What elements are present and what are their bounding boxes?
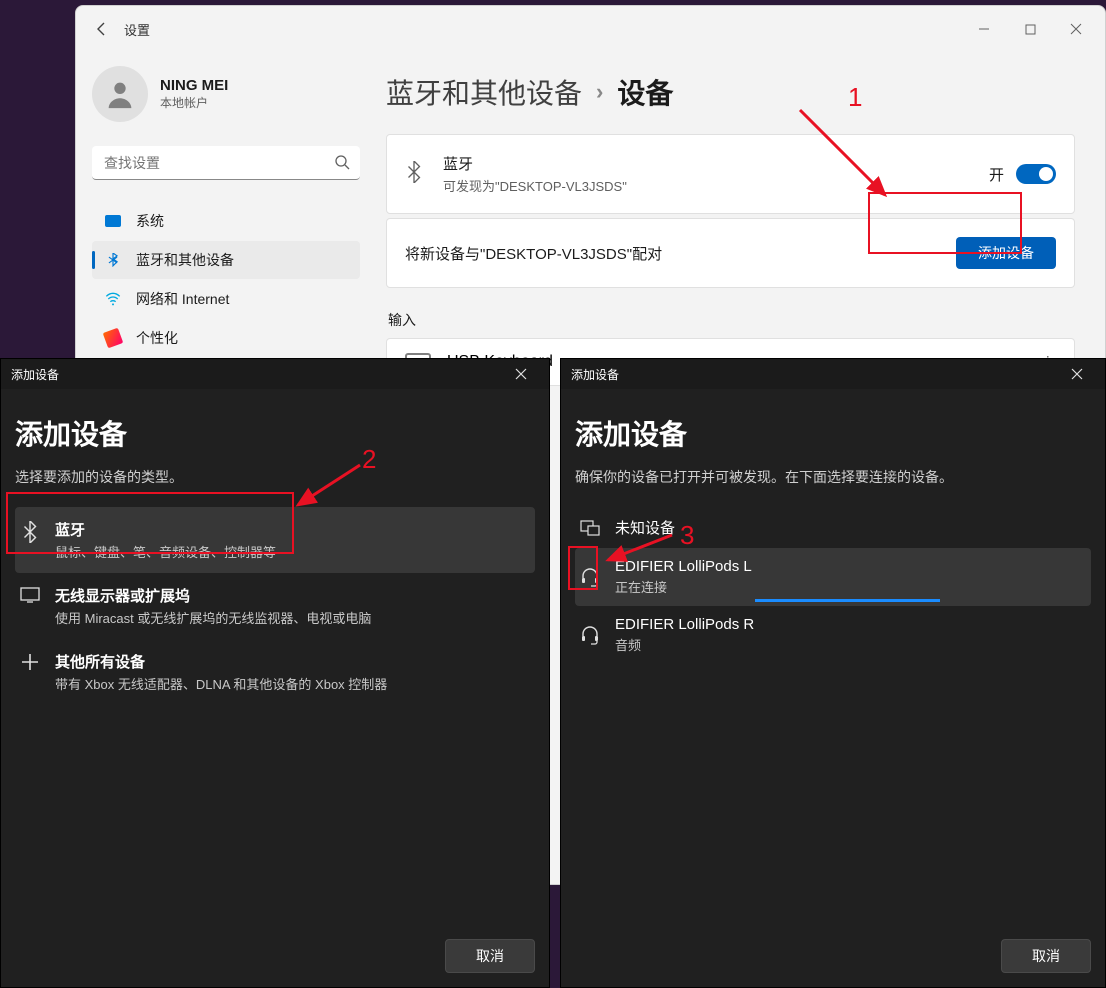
window-title: 设置 [124, 20, 150, 39]
breadcrumb: 蓝牙和其他设备 › 设备 [386, 72, 1075, 112]
option-bluetooth[interactable]: 蓝牙 鼠标、键盘、笔、音频设备、控制器等 [15, 507, 535, 573]
nav: 系统 蓝牙和其他设备 网络和 Internet 个性化 [92, 202, 360, 357]
dialog-titlebar: 添加设备 [561, 359, 1105, 389]
bt-sub: 可发现为"DESKTOP-VL3JSDS" [443, 176, 989, 195]
device-name: 未知设备 [615, 517, 675, 538]
device-name: EDIFIER LolliPods R [615, 616, 754, 633]
bluetooth-icon [405, 161, 425, 188]
personalize-icon [104, 329, 122, 347]
bluetooth-card: 蓝牙 可发现为"DESKTOP-VL3JSDS" 开 [386, 134, 1075, 214]
add-device-dialog-type: 添加设备 添加设备 选择要添加的设备的类型。 蓝牙 鼠标、键盘、笔、音频设备、控… [0, 358, 550, 988]
option-title: 无线显示器或扩展坞 [55, 585, 371, 606]
dialog-header: 添加设备 [575, 413, 1091, 453]
profile-name: NING MEI [160, 77, 228, 94]
search-icon [334, 154, 350, 175]
device-status: 正在连接 [615, 577, 752, 596]
option-sub: 使用 Miracast 或无线扩展坞的无线监视器、电视或电脑 [55, 608, 371, 627]
back-button[interactable] [82, 9, 122, 49]
chevron-right-icon: › [596, 79, 603, 105]
profile[interactable]: NING MEI 本地帐户 [92, 66, 360, 122]
headset-icon [579, 625, 601, 645]
option-sub: 带有 Xbox 无线适配器、DLNA 和其他设备的 Xbox 控制器 [55, 674, 387, 693]
dialog-title: 添加设备 [11, 366, 59, 383]
titlebar: 设置 [76, 6, 1105, 52]
dialog-close-button[interactable] [503, 359, 539, 389]
headset-icon [579, 567, 601, 587]
search-input[interactable] [92, 146, 360, 180]
device-status: 音频 [615, 635, 754, 654]
dialog-subtitle: 确保你的设备已打开并可被发现。在下面选择要连接的设备。 [575, 467, 1091, 487]
dialog-title: 添加设备 [571, 366, 619, 383]
avatar [92, 66, 148, 122]
add-device-dialog-list: 添加设备 添加设备 确保你的设备已打开并可被发现。在下面选择要连接的设备。 未知… [560, 358, 1106, 988]
option-title: 其他所有设备 [55, 651, 387, 672]
system-icon [104, 212, 122, 230]
pair-text: 将新设备与"DESKTOP-VL3JSDS"配对 [405, 243, 956, 264]
nav-label: 个性化 [136, 328, 178, 348]
plus-icon [19, 651, 41, 671]
nav-label: 网络和 Internet [136, 289, 229, 309]
nav-label: 系统 [136, 211, 164, 231]
display-icon [19, 585, 41, 603]
maximize-button[interactable] [1007, 6, 1053, 52]
cancel-button[interactable]: 取消 [445, 939, 535, 973]
bt-state-label: 开 [989, 164, 1004, 185]
profile-sub: 本地帐户 [160, 94, 228, 111]
option-wireless-display[interactable]: 无线显示器或扩展坞 使用 Miracast 或无线扩展坞的无线监视器、电视或电脑 [15, 573, 535, 639]
bluetooth-icon [19, 519, 41, 543]
dialog-titlebar: 添加设备 [1, 359, 549, 389]
dialog-header: 添加设备 [15, 413, 535, 453]
dialog-subtitle: 选择要添加的设备的类型。 [15, 467, 535, 487]
device-lollipods-r[interactable]: EDIFIER LolliPods R 音频 [575, 606, 1091, 664]
device-name: EDIFIER LolliPods L [615, 558, 752, 575]
device-unknown[interactable]: 未知设备 [575, 507, 1091, 548]
nav-bluetooth[interactable]: 蓝牙和其他设备 [92, 241, 360, 279]
bt-title: 蓝牙 [443, 153, 989, 174]
nav-network[interactable]: 网络和 Internet [92, 280, 360, 318]
input-section-label: 输入 [388, 310, 1075, 330]
search-box[interactable] [92, 146, 360, 180]
minimize-button[interactable] [961, 6, 1007, 52]
nav-system[interactable]: 系统 [92, 202, 360, 240]
option-other[interactable]: 其他所有设备 带有 Xbox 无线适配器、DLNA 和其他设备的 Xbox 控制… [15, 639, 535, 705]
close-button[interactable] [1053, 6, 1099, 52]
bluetooth-toggle[interactable] [1016, 164, 1056, 184]
breadcrumb-parent[interactable]: 蓝牙和其他设备 [386, 72, 582, 112]
nav-label: 蓝牙和其他设备 [136, 250, 234, 270]
nav-personalize[interactable]: 个性化 [92, 319, 360, 357]
bluetooth-icon [104, 251, 122, 269]
network-icon [104, 290, 122, 308]
connecting-progress [755, 599, 1091, 602]
device-lollipods-l[interactable]: EDIFIER LolliPods L 正在连接 [575, 548, 1091, 606]
option-sub: 鼠标、键盘、笔、音频设备、控制器等 [55, 542, 276, 561]
breadcrumb-current: 设备 [617, 72, 673, 112]
option-title: 蓝牙 [55, 519, 276, 540]
add-device-button[interactable]: 添加设备 [956, 237, 1056, 269]
device-unknown-icon [579, 520, 601, 536]
cancel-button[interactable]: 取消 [1001, 939, 1091, 973]
pair-card: 将新设备与"DESKTOP-VL3JSDS"配对 添加设备 [386, 218, 1075, 288]
dialog-close-button[interactable] [1059, 359, 1095, 389]
